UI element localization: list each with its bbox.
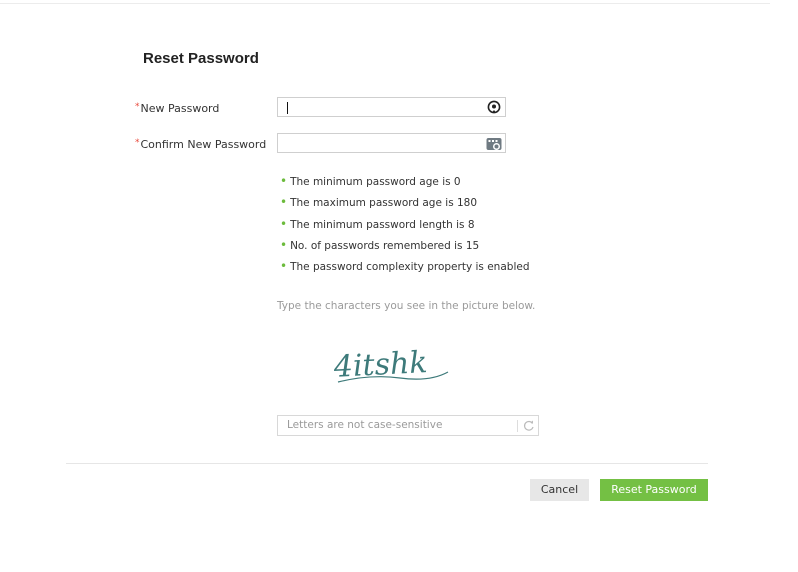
bullet-icon: •	[280, 237, 288, 252]
new-password-label: *New Password	[135, 102, 219, 115]
captcha-input[interactable]: Letters are not case-sensitive	[277, 415, 539, 436]
virtual-keyboard-icon[interactable]	[486, 137, 502, 151]
bullet-icon: •	[280, 259, 288, 274]
policy-rule: • No. of passwords remembered is 15	[280, 237, 480, 252]
page-title: Reset Password	[143, 50, 259, 67]
separator	[517, 420, 518, 432]
policy-rule: • The minimum password age is 0	[280, 174, 461, 188]
confirm-password-label: *Confirm New Password	[135, 138, 266, 151]
cancel-button[interactable]: Cancel	[530, 479, 589, 501]
policy-rule: • The password complexity property is ena…	[280, 259, 530, 274]
policy-rule: • The minimum password length is 8	[280, 216, 475, 231]
password-policy-list: • The minimum password age is 0 • The maxi…	[280, 170, 529, 276]
required-marker: *	[135, 138, 140, 148]
reset-password-button[interactable]: Reset Password	[600, 479, 708, 501]
policy-rule: • The maximum password age is 180	[280, 195, 478, 210]
bullet-icon: •	[280, 174, 288, 188]
refresh-icon[interactable]	[522, 419, 535, 432]
text-cursor	[287, 102, 288, 114]
captcha-image: 4itshk	[332, 345, 449, 385]
confirm-password-field[interactable]	[277, 133, 506, 153]
captcha-hint: Type the characters you see in the pictu…	[277, 300, 536, 312]
bullet-icon: •	[280, 195, 288, 210]
eye-icon[interactable]	[487, 100, 501, 114]
captcha-placeholder: Letters are not case-sensitive	[287, 419, 443, 431]
new-password-field[interactable]	[277, 97, 506, 117]
top-divider	[0, 3, 770, 4]
required-marker: *	[135, 102, 140, 112]
bullet-icon: •	[280, 216, 288, 231]
confirm-password-label-text: Confirm New Password	[140, 138, 267, 151]
new-password-label-text: New Password	[140, 102, 220, 115]
footer-divider	[66, 463, 708, 464]
